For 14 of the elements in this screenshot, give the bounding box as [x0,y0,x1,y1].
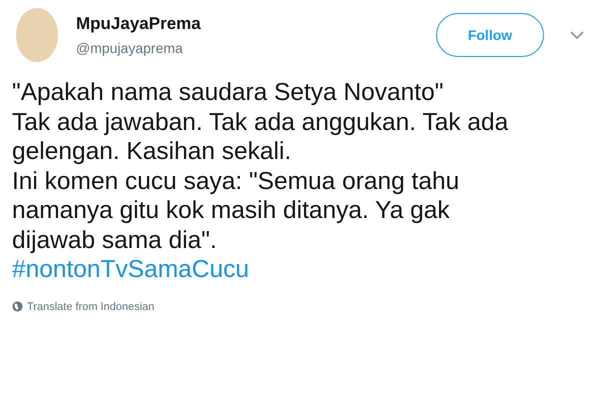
user-name[interactable]: MpuJayaPrema [76,14,436,34]
tweet-text-line: Ini komen cucu saya: "Semua orang tahu [12,166,460,196]
avatar-placeholder[interactable] [16,8,58,62]
tweet-text-line: Tak ada jawaban. Tak ada anggukan. Tak ada [12,108,508,137]
tweet-text-line: dijawab sama dia". [12,226,217,255]
globe-icon [12,301,23,312]
follow-button[interactable]: Follow [436,13,544,57]
tweet-text-line: gelengan. Kasihan sekali. [12,137,292,166]
translate-link[interactable]: Translate from Indonesian [12,300,154,312]
chevron-down-icon[interactable] [570,30,584,40]
hashtag-link[interactable]: #nontonTvSamaCucu [12,255,249,284]
user-handle: @mpujayaprema [76,40,184,56]
tweet-text-line: "Apakah nama saudara Setya Novanto" [12,78,444,108]
tweet-text-line: namanya gitu kok masih ditanya. Ya gak [12,196,450,226]
